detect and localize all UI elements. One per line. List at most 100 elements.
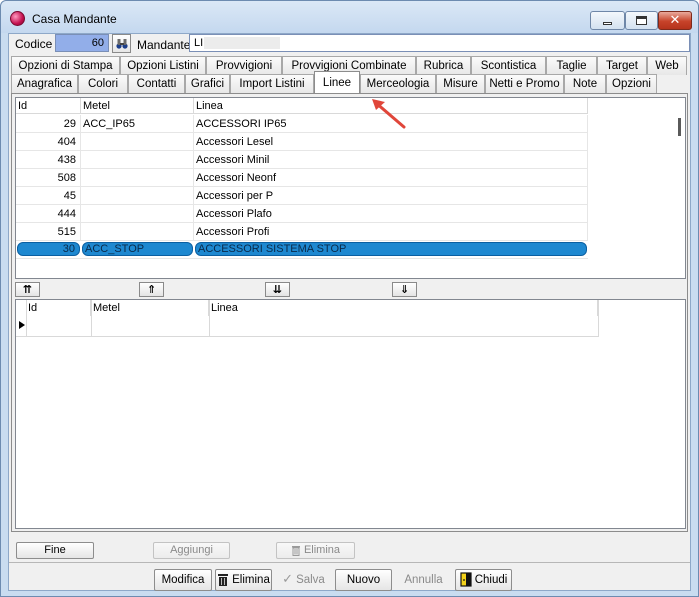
elimina-label: Elimina [232, 574, 270, 586]
cell-id: 30 [17, 242, 80, 256]
column-header-id[interactable]: Id [16, 98, 81, 114]
move-up-button[interactable]: ⇑ [139, 282, 164, 297]
tab-import-listini[interactable]: Import Listini [230, 74, 314, 93]
title-bar[interactable]: Casa Mandante ✕ [1, 1, 698, 33]
cell-metel [81, 133, 194, 151]
tab-netti-e-promo[interactable]: Netti e Promo [485, 74, 564, 93]
current-row-pointer-icon [19, 321, 25, 329]
tab-opzioni-di-stampa[interactable]: Opzioni di Stampa [11, 56, 120, 75]
checkmark-icon: ✓ [282, 572, 294, 587]
fine-button[interactable]: Fine [16, 542, 94, 559]
column-divider [26, 300, 27, 337]
move-down-button[interactable]: ⇓ [392, 282, 417, 297]
panel-elimina-label: Elimina [303, 544, 341, 556]
panel-elimina-button[interactable]: Elimina [276, 542, 355, 559]
move-all-down-button[interactable]: ⇊ [265, 282, 290, 297]
tab-row-2: Anagrafica Colori Contatti Grafici Impor… [11, 71, 657, 93]
cell-metel [81, 187, 194, 205]
aggiungi-button[interactable]: Aggiungi [153, 542, 230, 559]
redacted-text [204, 37, 280, 49]
tab-merceologia[interactable]: Merceologia [360, 74, 436, 93]
close-icon: ✕ [669, 13, 681, 28]
vertical-scrollbar[interactable] [678, 118, 681, 136]
cell-id: 508 [16, 169, 81, 187]
salva-button[interactable]: ✓ Salva [275, 569, 332, 591]
cell-linea: Accessori Lesel [194, 133, 588, 151]
cell-linea: Accessori Neonf [194, 169, 588, 187]
table-row[interactable]: 404 Accessori Lesel [16, 133, 588, 151]
available-lines-grid[interactable]: Id Metel Linea 29 ACC_IP65 ACCESSORI IP6… [15, 97, 686, 279]
tab-provvigioni[interactable]: Provvigioni [206, 56, 282, 75]
column-divider [598, 300, 599, 337]
table-row[interactable]: 438 Accessori Minil [16, 151, 588, 169]
tab-taglie[interactable]: Taglie [546, 56, 597, 75]
table-row[interactable]: 29 ACC_IP65 ACCESSORI IP65 [16, 115, 588, 133]
codice-label: Codice [15, 37, 53, 51]
cell-linea: Accessori Minil [194, 151, 588, 169]
codice-input[interactable]: 60 [55, 34, 109, 52]
tab-web[interactable]: Web [647, 56, 687, 75]
assigned-lines-grid[interactable]: Id Metel Linea [15, 299, 686, 529]
cell-metel [81, 205, 194, 223]
close-button[interactable]: ✕ [658, 11, 692, 30]
annotation-arrow-icon [372, 99, 406, 129]
annulla-button[interactable]: Annulla [395, 569, 452, 591]
cell-id: 438 [16, 151, 81, 169]
tab-rubrica[interactable]: Rubrica [416, 56, 471, 75]
table-row[interactable]: 515 Accessori Profi [16, 223, 588, 241]
linee-tab-panel: Id Metel Linea 29 ACC_IP65 ACCESSORI IP6… [11, 93, 688, 532]
tab-linee[interactable]: Linee [314, 71, 360, 93]
cell-id: 404 [16, 133, 81, 151]
mandante-value: LI [194, 37, 204, 49]
exit-door-icon [460, 572, 472, 588]
trash-icon [291, 545, 300, 556]
tab-contatti[interactable]: Contatti [128, 74, 185, 93]
cell-linea: Accessori per P [194, 187, 588, 205]
tab-scontistica[interactable]: Scontistica [471, 56, 546, 75]
tab-misure[interactable]: Misure [436, 74, 485, 93]
table-row[interactable]: 508 Accessori Neonf [16, 169, 588, 187]
chiudi-button[interactable]: Chiudi [455, 569, 512, 591]
column-header-linea[interactable]: Linea [209, 300, 598, 316]
cell-metel [81, 169, 194, 187]
modifica-button[interactable]: Modifica [154, 569, 212, 591]
column-header-metel[interactable]: Metel [81, 98, 194, 114]
window: Casa Mandante ✕ Codice 60 Mandante LI Op… [0, 0, 699, 597]
table-row[interactable]: 444 Accessori Plafo [16, 205, 588, 223]
column-header-metel[interactable]: Metel [91, 300, 209, 316]
elimina-button[interactable]: Elimina [215, 569, 272, 591]
column-divider [91, 300, 92, 337]
app-icon [10, 11, 25, 26]
window-title: Casa Mandante [32, 12, 117, 26]
cell-linea: Accessori Plafo [194, 205, 588, 223]
tab-anagrafica[interactable]: Anagrafica [11, 74, 78, 93]
maximize-button[interactable] [625, 11, 658, 30]
chiudi-label: Chiudi [474, 574, 508, 586]
move-all-up-button[interactable]: ⇈ [15, 282, 40, 297]
column-header-id[interactable]: Id [26, 300, 91, 316]
tab-opzioni[interactable]: Opzioni [606, 74, 657, 93]
tab-opzioni-listini[interactable]: Opzioni Listini [120, 56, 206, 75]
nuovo-button[interactable]: Nuovo [335, 569, 392, 591]
client-area: Codice 60 Mandante LI Opzioni di Stampa … [8, 33, 691, 591]
cell-metel: ACC_IP65 [81, 115, 194, 133]
lookup-button[interactable] [112, 34, 131, 53]
tab-grafici[interactable]: Grafici [185, 74, 230, 93]
minimize-button[interactable] [590, 11, 625, 30]
cell-metel [81, 151, 194, 169]
table-row-selected[interactable]: 30 ACC_STOP ACCESSORI SISTEMA STOP [16, 241, 588, 259]
table-row[interactable]: 45 Accessori per P [16, 187, 588, 205]
minimize-icon [603, 22, 612, 25]
tab-target[interactable]: Target [597, 56, 647, 75]
binoculars-icon [115, 38, 128, 49]
salva-label: Salva [296, 574, 325, 587]
mandante-input[interactable]: LI [189, 34, 690, 52]
tab-note[interactable]: Note [564, 74, 606, 93]
trash-icon [218, 573, 229, 586]
tab-colori[interactable]: Colori [78, 74, 128, 93]
cell-linea: Accessori Profi [194, 223, 588, 241]
row-divider [16, 336, 598, 337]
bottom-toolbar: Modifica Elimina ✓ Salva Nuovo Annulla C… [9, 562, 690, 591]
cell-id: 444 [16, 205, 81, 223]
mandante-label: Mandante [137, 38, 191, 52]
